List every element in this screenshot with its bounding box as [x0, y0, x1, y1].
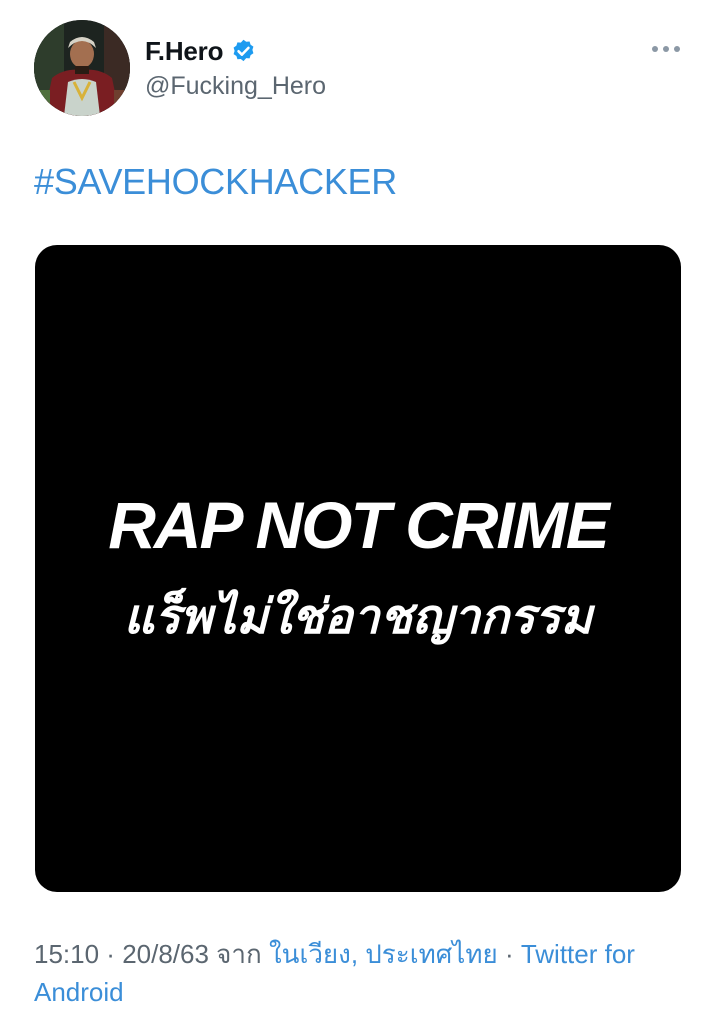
avatar[interactable] — [34, 20, 130, 116]
tweet-meta: 15:10 · 20/8/63 จาก ในเวียง, ประเทศไทย ·… — [34, 935, 684, 1011]
hashtag-link[interactable]: #SAVEHOCKHACKER — [34, 161, 397, 203]
user-handle[interactable]: @Fucking_Hero — [145, 72, 326, 101]
tweet-date: 20/8/63 — [122, 939, 209, 969]
more-dot — [674, 46, 680, 52]
more-dot — [663, 46, 669, 52]
more-dot — [652, 46, 658, 52]
user-names: F.Hero @Fucking_Hero — [145, 34, 326, 101]
tweet-media-image[interactable]: RAP NOT CRIME แร็พไม่ใช่อาชญากรรม — [35, 245, 681, 892]
display-name-row: F.Hero — [145, 34, 326, 68]
media-subtitle: แร็พไม่ใช่อาชญากรรม — [123, 591, 593, 644]
from-label: จาก — [208, 939, 269, 969]
location-link[interactable]: ในเวียง, ประเทศไทย — [269, 939, 498, 969]
display-name[interactable]: F.Hero — [145, 36, 223, 67]
avatar-image — [34, 20, 130, 116]
tweet: F.Hero @Fucking_Hero #SAVEHOCKHACKER RAP… — [0, 0, 716, 1024]
media-title: RAP NOT CRIME — [108, 488, 610, 562]
more-options-icon[interactable] — [652, 42, 680, 56]
verified-badge-icon — [230, 38, 257, 65]
meta-separator: · — [99, 939, 123, 969]
tweet-time: 15:10 — [34, 939, 100, 969]
meta-separator: · — [497, 939, 521, 969]
